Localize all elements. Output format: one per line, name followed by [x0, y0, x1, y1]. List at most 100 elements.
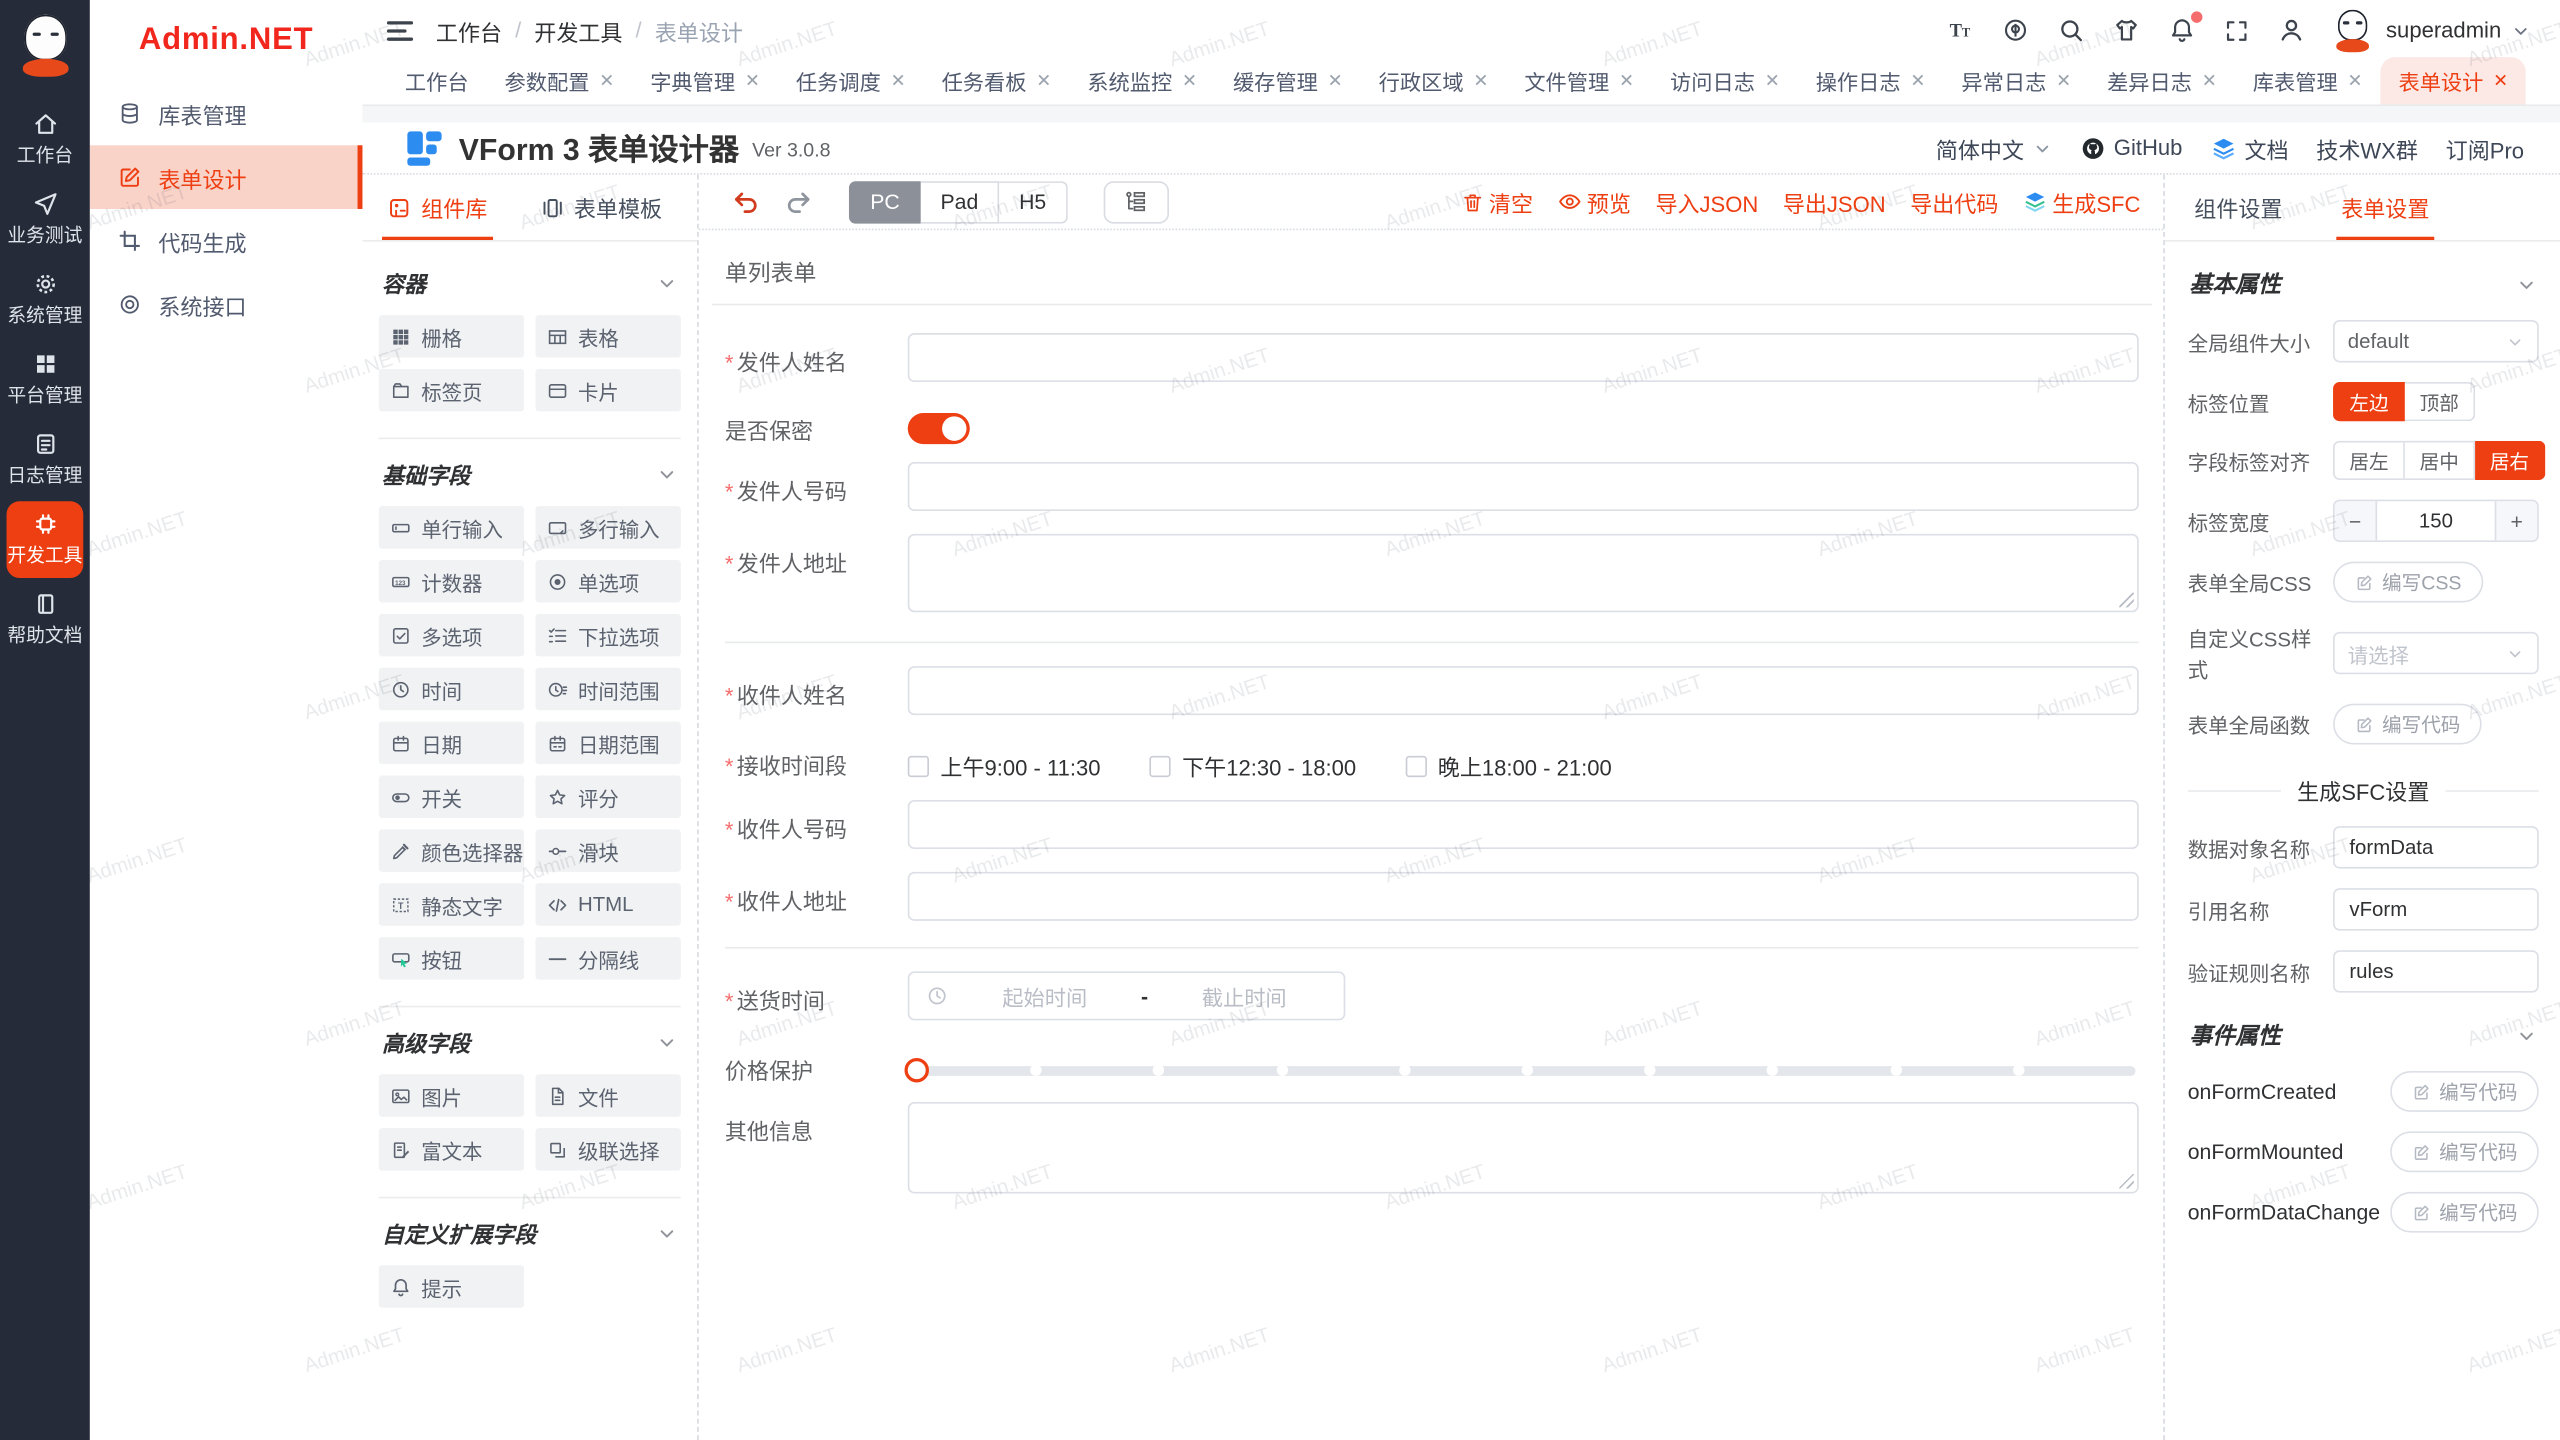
rail-item-help-docs[interactable]: 帮助文档 — [7, 581, 84, 658]
export-code-button[interactable]: 导出代码 — [1910, 185, 1998, 218]
edit-css-button[interactable]: 编写CSS — [2333, 562, 2483, 603]
collapse-menu-icon[interactable] — [387, 20, 413, 40]
widget-date-range[interactable]: 日期范围 — [536, 722, 681, 764]
font-size-icon[interactable] — [1947, 16, 1975, 44]
close-icon[interactable]: ✕ — [1765, 70, 1780, 91]
resize-grip-icon[interactable] — [2119, 593, 2134, 608]
tab-task-board[interactable]: 任务看板✕ — [924, 57, 1070, 104]
breadcrumb-workbench[interactable]: 工作台 — [436, 14, 502, 47]
rules-name-input[interactable]: rules — [2333, 950, 2539, 992]
widget-checkbox[interactable]: 多选项 — [379, 614, 524, 656]
user-icon[interactable] — [2278, 16, 2306, 44]
edit-code-button[interactable]: 编写代码 — [2390, 1131, 2539, 1172]
tab-system-monitor[interactable]: 系统监控✕ — [1069, 57, 1215, 104]
fullscreen-icon[interactable] — [2224, 17, 2250, 43]
sidebar-item-code-gen[interactable]: 代码生成 — [90, 209, 363, 273]
other-info-textarea[interactable] — [908, 1102, 2139, 1193]
close-icon[interactable]: ✕ — [1473, 70, 1488, 91]
form-canvas-body[interactable]: 单列表单 *发件人姓名 是否保密 *发件人号码 — [699, 230, 2163, 1440]
tab-task-schedule[interactable]: 任务调度✕ — [778, 57, 924, 104]
widget-rich-text[interactable]: 富文本 — [379, 1128, 524, 1170]
field-receiver-name[interactable]: *收件人姓名 — [725, 666, 2139, 715]
field-other-info[interactable]: 其他信息 — [725, 1102, 2139, 1193]
edit-code-button[interactable]: 编写代码 — [2390, 1071, 2539, 1112]
checkbox-afternoon[interactable]: 下午12:30 - 18:00 — [1149, 749, 1356, 782]
global-size-select[interactable]: default — [2333, 320, 2539, 362]
custom-css-select[interactable]: 请选择 — [2333, 632, 2539, 674]
delivery-time-range-picker[interactable]: 起始时间 - 截止时间 — [908, 971, 1346, 1020]
sidebar-item-system-api[interactable]: 系统接口 — [90, 273, 363, 337]
close-icon[interactable]: ✕ — [1328, 70, 1343, 91]
device-h5-button[interactable]: H5 — [1000, 180, 1068, 222]
import-json-button[interactable]: 导入JSON — [1655, 185, 1758, 218]
widget-counter[interactable]: 计数器 — [379, 560, 524, 602]
tab-dict-manage[interactable]: 字典管理✕ — [632, 57, 778, 104]
subscribe-pro-link[interactable]: 订阅Pro — [2446, 131, 2524, 164]
widget-time[interactable]: 时间 — [379, 668, 524, 710]
tab-exception-log[interactable]: 异常日志✕ — [1943, 57, 2089, 104]
section-basic-props[interactable]: 基本属性 — [2189, 268, 2537, 301]
label-align-left[interactable]: 居左 — [2333, 441, 2405, 480]
tab-db-table[interactable]: 库表管理✕ — [2235, 57, 2381, 104]
language-select[interactable]: 简体中文 — [1936, 131, 2052, 164]
sidebar-item-db-table[interactable]: 库表管理 — [90, 82, 363, 146]
edit-code-button[interactable]: 编写代码 — [2390, 1192, 2539, 1233]
widget-cascader[interactable]: 级联选择 — [536, 1128, 681, 1170]
search-icon[interactable] — [2058, 16, 2086, 44]
rail-item-business-test[interactable]: 业务测试 — [7, 181, 84, 258]
device-pc-button[interactable]: PC — [849, 180, 921, 222]
rail-item-platform-manage[interactable]: 平台管理 — [7, 341, 84, 418]
locale-icon[interactable] — [2002, 16, 2030, 44]
close-icon[interactable]: ✕ — [2202, 70, 2217, 91]
close-icon[interactable]: ✕ — [1182, 70, 1197, 91]
wx-group-link[interactable]: 技术WX群 — [2316, 131, 2418, 164]
undo-icon[interactable] — [731, 187, 760, 216]
tab-diff-log[interactable]: 差异日志✕ — [2089, 57, 2235, 104]
preview-button[interactable]: 预览 — [1557, 185, 1630, 218]
tab-op-log[interactable]: 操作日志✕ — [1798, 57, 1944, 104]
checkbox-morning[interactable]: 上午9:00 - 11:30 — [908, 749, 1101, 782]
field-receiver-number[interactable]: *收件人号码 — [725, 800, 2139, 849]
widget-button[interactable]: 按钮 — [379, 937, 524, 979]
device-pad-button[interactable]: Pad — [921, 180, 1000, 222]
tab-form-settings[interactable]: 表单设置 — [2336, 191, 2434, 240]
form-title[interactable]: 单列表单 — [712, 243, 2152, 303]
field-price-protection[interactable]: 价格保护 — [725, 1043, 2139, 1085]
widget-multiline-input[interactable]: 多行输入 — [536, 506, 681, 548]
checkbox-evening[interactable]: 晚上18:00 - 21:00 — [1405, 749, 1612, 782]
chevron-down-icon[interactable] — [656, 1031, 677, 1052]
widget-alert[interactable]: 提示 — [379, 1265, 524, 1307]
close-icon[interactable]: ✕ — [1619, 70, 1634, 91]
sender-address-textarea[interactable] — [908, 534, 2139, 612]
edit-code-button[interactable]: 编写代码 — [2333, 704, 2482, 745]
close-icon[interactable]: ✕ — [745, 70, 760, 91]
tab-form-design[interactable]: 表单设计✕ — [2381, 57, 2527, 104]
confidential-switch[interactable] — [908, 413, 970, 444]
ref-name-input[interactable]: vForm — [2333, 888, 2539, 930]
tab-admin-region[interactable]: 行政区域✕ — [1361, 57, 1507, 104]
field-sender-number[interactable]: *发件人号码 — [725, 462, 2139, 511]
chevron-down-icon[interactable] — [656, 272, 677, 293]
close-icon[interactable]: ✕ — [1910, 70, 1925, 91]
widget-html[interactable]: HTML — [536, 883, 681, 925]
widget-image[interactable]: 图片 — [379, 1074, 524, 1116]
sender-number-input[interactable] — [908, 462, 2139, 511]
rail-item-log-manage[interactable]: 日志管理 — [7, 421, 84, 498]
widget-divider[interactable]: 分隔线 — [536, 937, 681, 979]
widget-file[interactable]: 文件 — [536, 1074, 681, 1116]
widget-slider[interactable]: 滑块 — [536, 829, 681, 871]
widget-static-text[interactable]: 静态文字 — [379, 883, 524, 925]
rail-item-workbench[interactable]: 工作台 — [7, 101, 84, 178]
field-receive-period[interactable]: *接收时间段 上午9:00 - 11:30 下午12:30 - 18:00 晚上… — [725, 738, 2139, 782]
notification-bell-icon[interactable] — [2169, 16, 2197, 44]
section-event-props[interactable]: 事件属性 — [2189, 1019, 2537, 1052]
close-icon[interactable]: ✕ — [1036, 70, 1051, 91]
widget-date[interactable]: 日期 — [379, 722, 524, 764]
data-object-name-input[interactable]: formData — [2333, 826, 2539, 868]
slider-handle[interactable] — [904, 1058, 928, 1082]
tab-widget-settings[interactable]: 组件设置 — [2189, 191, 2287, 240]
github-link[interactable]: GitHub — [2080, 135, 2183, 161]
tab-component-library[interactable]: 组件库 — [382, 191, 492, 240]
clear-button[interactable]: 清空 — [1461, 185, 1533, 218]
widget-time-range[interactable]: 时间范围 — [536, 668, 681, 710]
